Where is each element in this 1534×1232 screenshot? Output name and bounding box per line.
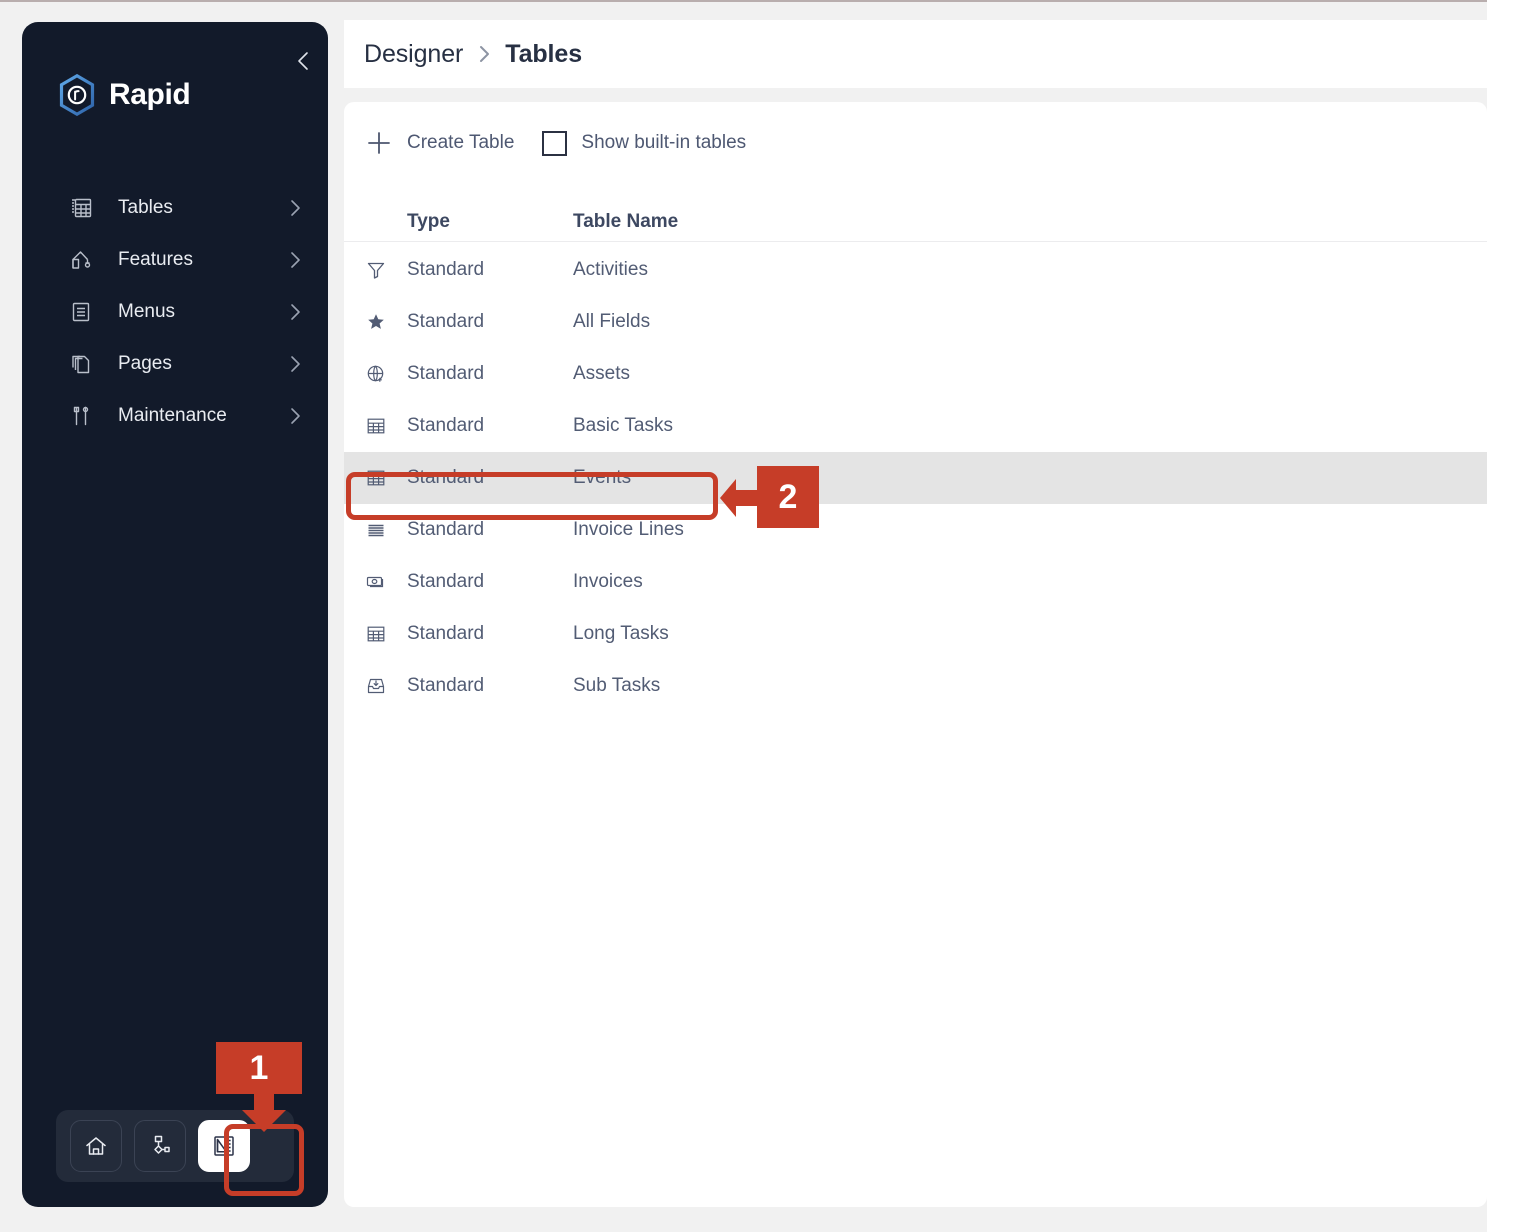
stacked-pages-icon [68, 351, 94, 377]
sidebar-item-maintenance[interactable]: Maintenance [22, 390, 328, 442]
page-title: Tables [505, 39, 582, 68]
star-icon [344, 311, 407, 333]
table-row-type: Standard [407, 519, 485, 540]
table-row[interactable]: Standard Basic Tasks [344, 400, 1487, 452]
sidebar-item-label: Features [118, 249, 193, 270]
table-body: Standard Activities Standard All Fields [344, 242, 1487, 712]
table-row-type: Standard [407, 623, 485, 644]
sidebar-item-label: Pages [118, 353, 172, 374]
table-row-name: Sub Tasks [573, 675, 661, 696]
checkbox-box[interactable] [542, 130, 568, 156]
table-row[interactable]: Standard Invoice Lines [344, 504, 1487, 556]
brand-name: Rapid [109, 78, 191, 111]
sidebar-collapse-button[interactable] [290, 48, 316, 74]
table-row-name: Basic Tasks [573, 415, 673, 436]
table-row-name: Invoices [573, 571, 643, 592]
sidebar-nav: Tables Features Menus Pages Maintenance [22, 182, 328, 442]
show-builtin-tables-checkbox[interactable]: Show built-in tables [542, 130, 747, 156]
chevron-left-icon [298, 52, 308, 70]
table-row[interactable]: Standard Activities [344, 244, 1487, 296]
funnel-icon [344, 259, 407, 281]
sidebar-item-label: Menus [118, 301, 176, 322]
sidebar-item-pages[interactable]: Pages [22, 338, 328, 390]
table-row[interactable]: Standard Assets [344, 348, 1487, 400]
rapid-hexagon-logo-icon [59, 74, 95, 116]
sidebar-item-features[interactable]: Features [22, 234, 328, 286]
panel-toolbar: Create Table Show built-in tables [344, 102, 1487, 184]
table-header-type[interactable]: Type [407, 211, 573, 241]
table-row-type: Standard [407, 415, 485, 436]
table-grid-icon [344, 415, 407, 437]
chevron-right-icon [288, 199, 302, 217]
table-row-name: Activities [573, 259, 648, 280]
table-row-name: Long Tasks [573, 623, 669, 644]
table-row-type: Standard [407, 259, 485, 280]
sidebar-item-menus[interactable]: Menus [22, 286, 328, 338]
dock-workflow-button[interactable] [134, 1120, 186, 1172]
table-header-row: Type Table Name [344, 184, 1487, 242]
table-row-type: Standard [407, 571, 485, 592]
table-row-type: Standard [407, 311, 485, 332]
tables-list: Type Table Name Standard Activities Stan… [344, 184, 1487, 712]
chevron-right-icon [477, 45, 491, 63]
table-row-name: Events [573, 467, 632, 488]
app-window: Rapid Tables Features Menus Pages Mainte… [0, 0, 1487, 1232]
banknote-icon [344, 571, 407, 593]
annotation-arrow-down-1 [242, 1094, 286, 1132]
table-row-events[interactable]: Standard Events [344, 452, 1487, 504]
table-grid-icon [344, 623, 407, 645]
chevron-right-icon [288, 355, 302, 373]
inbox-download-icon [344, 675, 407, 697]
breadcrumb-parent[interactable]: Designer [364, 40, 463, 69]
globe-plus-icon [344, 363, 407, 385]
table-row[interactable]: Standard Invoices [344, 556, 1487, 608]
annotation-arrow-left-2 [720, 479, 760, 517]
annotation-badge-1: 1 [216, 1042, 302, 1094]
tables-panel: Create Table Show built-in tables Type T… [344, 102, 1487, 1207]
brand-logo: Rapid [58, 74, 191, 116]
table-row-type: Standard [407, 363, 485, 384]
table-row-type: Standard [407, 467, 485, 488]
table-row[interactable]: Standard All Fields [344, 296, 1487, 348]
table-row[interactable]: Standard Sub Tasks [344, 660, 1487, 712]
list-lines-icon [344, 519, 407, 541]
chevron-right-icon [288, 407, 302, 425]
sidebar-item-label: Tables [118, 197, 173, 218]
create-table-label: Create Table [407, 132, 515, 153]
sidebar-item-label: Maintenance [118, 405, 227, 426]
home-icon [83, 1133, 109, 1159]
plus-icon [365, 129, 393, 157]
sidebar-item-tables[interactable]: Tables [22, 182, 328, 234]
chevron-right-icon [288, 251, 302, 269]
document-list-icon [68, 299, 94, 325]
sidebar: Rapid Tables Features Menus Pages Mainte… [22, 22, 328, 1207]
table-row-name: All Fields [573, 311, 651, 332]
table-row-name: Invoice Lines [573, 519, 684, 540]
ruler-icon [211, 1133, 237, 1159]
table-row[interactable]: Standard Long Tasks [344, 608, 1487, 660]
table-grid-icon [344, 467, 407, 489]
show-builtin-tables-label: Show built-in tables [581, 132, 747, 153]
dock-home-button[interactable] [70, 1120, 122, 1172]
table-row-name: Assets [573, 363, 631, 384]
annotation-badge-2: 2 [757, 466, 819, 528]
table-row-type: Standard [407, 675, 485, 696]
chevron-right-icon [288, 303, 302, 321]
crane-arm-icon [68, 247, 94, 273]
workflow-icon [147, 1133, 173, 1159]
table-header-name[interactable]: Table Name [573, 211, 1487, 241]
tools-icon [68, 403, 94, 429]
table-grid-icon [68, 195, 94, 221]
create-table-button[interactable]: Create Table [365, 129, 514, 157]
breadcrumb: Designer Tables [344, 20, 1487, 88]
